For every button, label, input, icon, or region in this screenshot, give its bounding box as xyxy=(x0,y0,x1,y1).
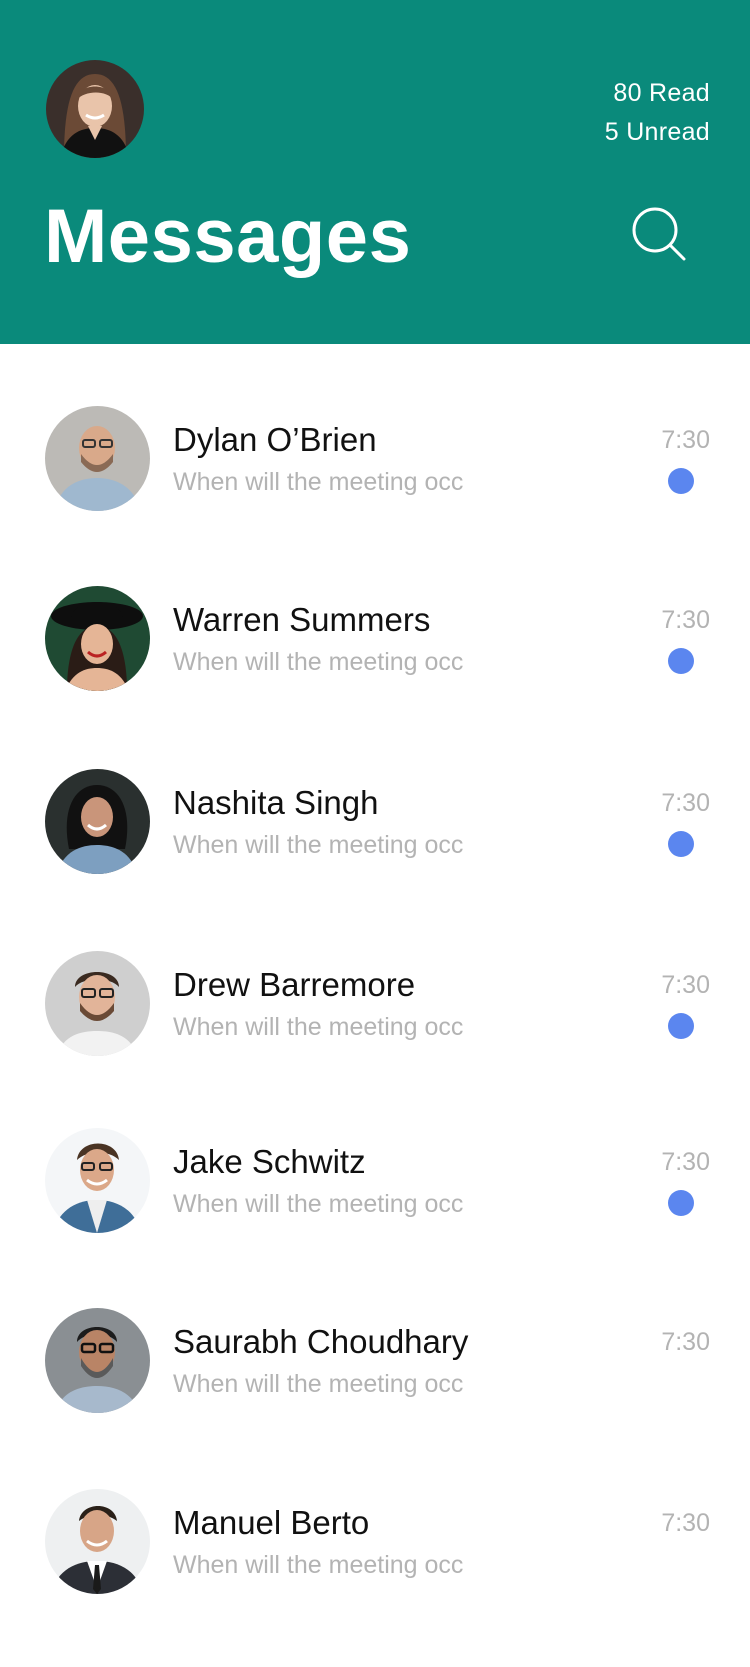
message-time: 7:30 xyxy=(661,426,710,454)
avatar-photo-icon xyxy=(45,1128,150,1233)
contact-name: Manuel Berto xyxy=(173,1504,370,1541)
contact-name: Saurabh Choudhary xyxy=(173,1323,469,1360)
contact-avatar xyxy=(45,1128,150,1233)
message-preview: When will the meeting occ xyxy=(173,1013,464,1041)
message-time: 7:30 xyxy=(661,1148,710,1176)
contact-avatar xyxy=(45,1489,150,1594)
message-preview: When will the meeting occ xyxy=(173,1551,464,1579)
contact-name: Dylan O’Brien xyxy=(173,421,377,458)
message-time: 7:30 xyxy=(661,606,710,634)
avatar-photo-icon xyxy=(45,406,150,511)
conversation-row[interactable]: Nashita Singh When will the meeting occ … xyxy=(0,769,750,919)
read-count: 80 Read xyxy=(613,79,710,107)
message-preview: When will the meeting occ xyxy=(173,648,464,676)
contact-name: Warren Summers xyxy=(173,601,431,638)
unread-indicator xyxy=(668,831,694,857)
message-preview: When will the meeting occ xyxy=(173,1190,464,1218)
unread-indicator xyxy=(668,1013,694,1039)
unread-indicator xyxy=(668,648,694,674)
profile-avatar[interactable] xyxy=(46,60,144,158)
contact-name: Drew Barremore xyxy=(173,966,416,1003)
avatar-photo-icon xyxy=(45,1489,150,1594)
contact-avatar xyxy=(45,951,150,1056)
message-time: 7:30 xyxy=(661,1509,710,1537)
search-button[interactable] xyxy=(630,205,690,265)
unread-count: 5 Unread xyxy=(604,118,710,146)
conversation-row[interactable]: Jake Schwitz When will the meeting occ 7… xyxy=(0,1128,750,1278)
contact-avatar xyxy=(45,769,150,874)
header: 80 Read 5 Unread Messages xyxy=(0,0,750,344)
search-icon xyxy=(632,207,686,261)
contact-name: Jake Schwitz xyxy=(173,1143,366,1180)
avatar-photo-icon xyxy=(45,1308,150,1413)
page-title: Messages xyxy=(44,194,412,279)
message-preview: When will the meeting occ xyxy=(173,468,464,496)
conversation-row[interactable]: Dylan O’Brien When will the meeting occ … xyxy=(0,406,750,556)
avatar-photo-icon xyxy=(45,951,150,1056)
unread-indicator xyxy=(668,1190,694,1216)
message-preview: When will the meeting occ xyxy=(173,1370,464,1398)
conversation-row[interactable]: Saurabh Choudhary When will the meeting … xyxy=(0,1308,750,1458)
message-time: 7:30 xyxy=(661,971,710,999)
user-avatar-icon xyxy=(46,60,144,158)
message-time: 7:30 xyxy=(661,789,710,817)
contact-avatar xyxy=(45,1308,150,1413)
contact-avatar xyxy=(45,586,150,691)
message-preview: When will the meeting occ xyxy=(173,831,464,859)
unread-indicator xyxy=(668,468,694,494)
message-time: 7:30 xyxy=(661,1328,710,1356)
contact-avatar xyxy=(45,406,150,511)
conversation-row[interactable]: Manuel Berto When will the meeting occ 7… xyxy=(0,1489,750,1639)
read-stats: 80 Read 5 Unread xyxy=(605,74,710,152)
conversation-row[interactable]: Warren Summers When will the meeting occ… xyxy=(0,586,750,736)
contact-name: Nashita Singh xyxy=(173,784,379,821)
avatar-photo-icon xyxy=(45,769,150,874)
avatar-photo-icon xyxy=(45,586,150,691)
conversation-row[interactable]: Drew Barremore When will the meeting occ… xyxy=(0,951,750,1101)
